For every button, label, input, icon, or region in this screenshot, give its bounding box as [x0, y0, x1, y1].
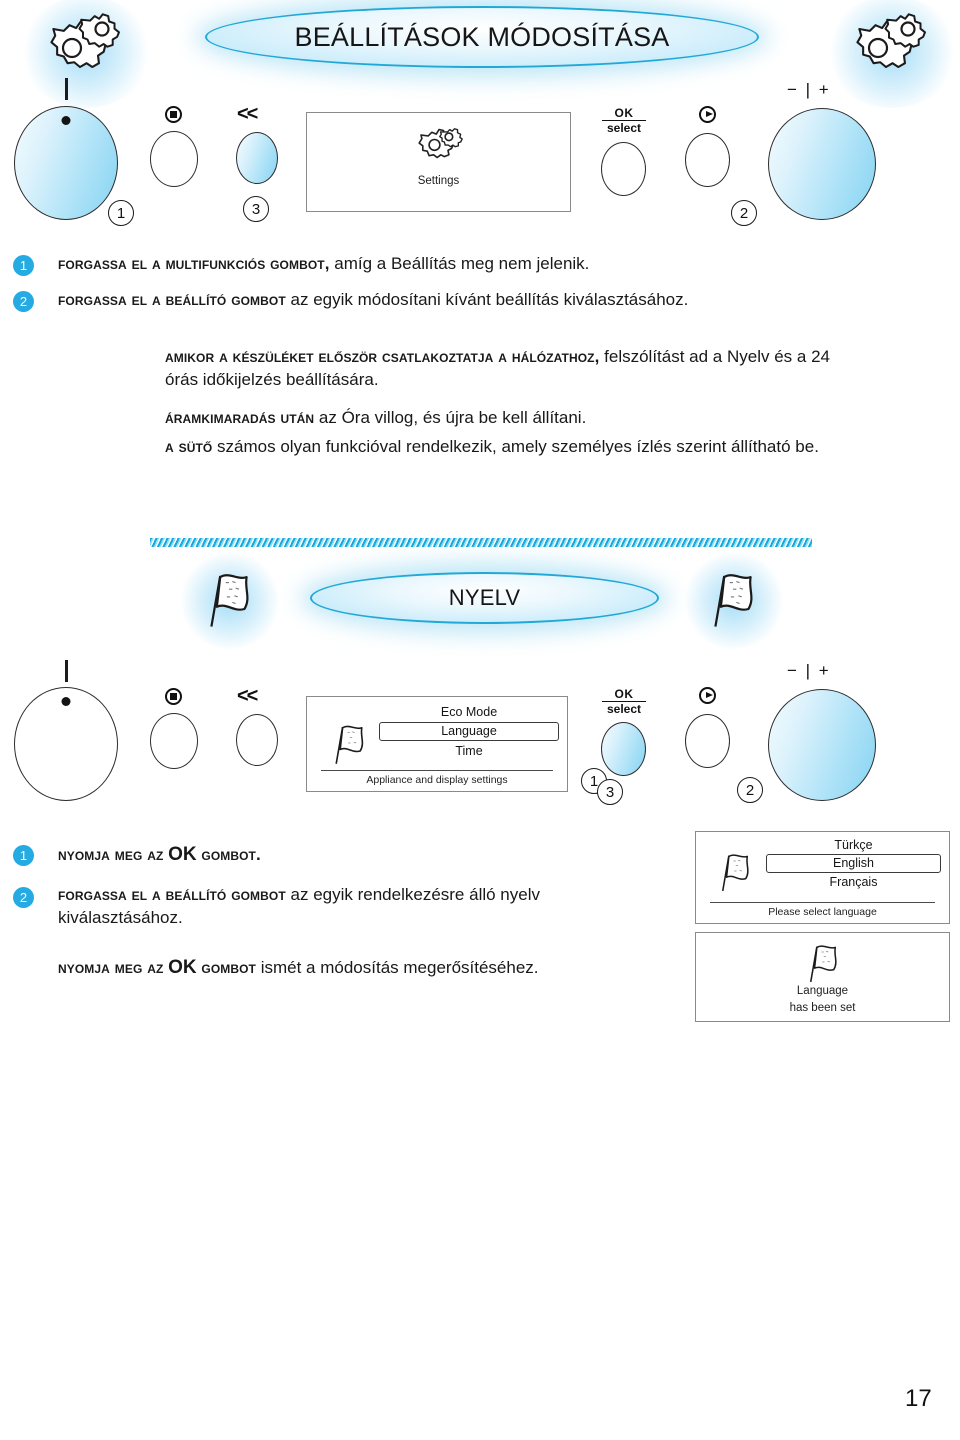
instruction-2-closing: Nyomja meg az OK gombot ismét a módosítá… [58, 955, 698, 980]
note-3-rest: számos olyan funkcióval rendelkezik, ame… [212, 437, 819, 456]
note-2-rest: az Óra villog, és újra be kell állítani. [314, 408, 587, 427]
menu-divider [321, 770, 553, 771]
menu-item-1-selected[interactable]: Language [379, 722, 559, 741]
setting-knob-2[interactable] [768, 689, 876, 801]
flag-icon-menu-display [325, 719, 373, 767]
closing-rest: ismét a módosítás megerősítéséhez. [256, 958, 539, 977]
language-select-footer: Please select language [768, 906, 877, 918]
page-number: 17 [905, 1385, 932, 1412]
section-title-banner-language: NYELV [310, 572, 659, 624]
closing-tail: gombot [201, 958, 256, 977]
callout-knob-right-2: 2 [737, 777, 763, 803]
select-text-2: select [602, 700, 646, 716]
step-badge-1-2: 2 [13, 291, 34, 312]
instruction-2-1-lead: Nyomja meg az [58, 845, 164, 864]
select-text-1: select [602, 119, 646, 135]
language-option-2[interactable]: Français [766, 875, 941, 889]
instruction-2-2: Forgassa el a beállító gombot az egyik r… [58, 884, 643, 930]
callout-knob-left-1: 1 [108, 200, 134, 226]
language-confirm-line2: has been set [789, 1002, 856, 1014]
callout-ok-button-b: 3 [597, 779, 623, 805]
ok-select-label-2: OK select [602, 688, 646, 715]
gears-icon-display [412, 123, 466, 165]
stop-icon-1 [165, 106, 182, 123]
note-2: Áramkimaradás után az Óra villog, és újr… [165, 407, 865, 430]
note-2-lead: Áramkimaradás után [165, 408, 315, 427]
power-knob-tick-1 [65, 78, 68, 100]
language-option-1-selected[interactable]: English [766, 854, 941, 873]
ok-text-1: OK [614, 106, 634, 120]
callout-knob-right-1: 2 [731, 200, 757, 226]
forward-button-2[interactable] [685, 714, 730, 768]
menu-footer: Appliance and display settings [366, 774, 508, 786]
display-language-confirm: Language has been set [695, 932, 950, 1022]
display-caption-settings: Settings [417, 175, 460, 187]
ok-select-label-1: OK select [602, 107, 646, 134]
multifunction-knob-2[interactable] [14, 687, 118, 801]
note-3-lead: A sütő [165, 437, 213, 456]
instruction-1-1-rest: amíg a Beállítás meg nem jelenik. [329, 254, 590, 273]
stop-icon-2 [165, 688, 182, 705]
display-menu-screen: Eco Mode Language Time Appliance and dis… [306, 696, 568, 792]
flag-icon-right [684, 553, 784, 649]
play-icon-1 [699, 106, 716, 123]
back-button-2[interactable] [236, 714, 278, 766]
multifunction-knob-1[interactable] [14, 106, 118, 220]
language-option-0[interactable]: Türkçe [766, 838, 941, 852]
ok-select-button-2[interactable] [601, 722, 646, 776]
note-1-lead: Amikor a készüléket először csatlakoztat… [165, 347, 600, 366]
play-icon-2 [699, 687, 716, 704]
ok-select-button-1[interactable] [601, 142, 646, 196]
instruction-2-2-lead: Forgassa el a beállító gombot [58, 885, 286, 904]
back-button-1[interactable] [236, 132, 278, 184]
display-settings-screen: Settings [306, 112, 571, 212]
instruction-2-1-tail: gombot. [201, 845, 261, 864]
note-3: A sütő számos olyan funkcióval rendelkez… [165, 436, 865, 459]
flag-icon-left [180, 553, 280, 649]
flag-icon-language-select [712, 848, 758, 894]
temp-knob-label-1: − | + [787, 80, 831, 99]
rewind-icon-1: << [237, 103, 258, 125]
menu-item-2[interactable]: Time [379, 744, 559, 758]
gears-icon-left-top [20, 0, 152, 108]
note-1: Amikor a készüléket először csatlakoztat… [165, 346, 865, 392]
language-confirm-line1: Language [796, 985, 849, 997]
instruction-1-1-lead: Forgassa el a multifunkciós gombot, [58, 254, 330, 273]
stop-button-1[interactable] [150, 131, 198, 187]
setting-knob-1[interactable] [768, 108, 876, 220]
instruction-1-1: Forgassa el a multifunkciós gombot, amíg… [58, 253, 928, 276]
gears-icon-right-top [826, 0, 958, 108]
instruction-1-2-rest: az egyik módosítani kívánt beállítás kiv… [285, 290, 689, 309]
instruction-1-2: Forgassa el a beállító gombot az egyik m… [58, 289, 938, 312]
step-badge-2-2: 2 [13, 887, 34, 908]
display-language-select: Türkçe English Français Please select la… [695, 831, 950, 924]
instruction-2-1-emphasis: OK [168, 844, 197, 865]
instruction-2-1: Nyomja meg az OK gombot. [58, 842, 658, 867]
forward-button-1[interactable] [685, 133, 730, 187]
power-knob-tick-2 [65, 660, 68, 682]
section-title-banner-settings: BEÁLLÍTÁSOK MÓDOSÍTÁSA [205, 6, 759, 68]
knob-indicator-dot-2 [61, 697, 71, 706]
ok-text-2: OK [614, 687, 634, 701]
instruction-1-2-lead: Forgassa el a beállító gombot [58, 290, 286, 309]
closing-lead: Nyomja meg az [58, 958, 164, 977]
closing-emphasis: OK [168, 957, 197, 978]
section-divider [150, 538, 812, 547]
menu-item-0[interactable]: Eco Mode [379, 705, 559, 719]
section-title-settings: BEÁLLÍTÁSOK MÓDOSÍTÁSA [294, 21, 670, 52]
callout-back-button-1: 3 [243, 196, 269, 222]
rewind-icon-2: << [237, 685, 258, 707]
temp-knob-label-2: − | + [787, 661, 831, 680]
stop-button-2[interactable] [150, 713, 198, 769]
language-select-divider [710, 902, 935, 903]
flag-icon-language-confirm [800, 939, 846, 985]
step-badge-1-1: 1 [13, 255, 34, 276]
section-title-language: NYELV [448, 585, 521, 610]
step-badge-2-1: 1 [13, 845, 34, 866]
knob-indicator-dot-1 [61, 116, 71, 125]
